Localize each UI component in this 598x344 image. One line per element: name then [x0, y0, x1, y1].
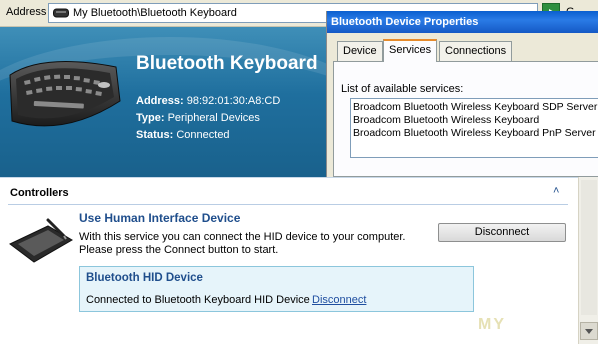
divider	[8, 204, 568, 205]
list-item[interactable]: Broadcom Bluetooth Wireless Keyboard	[351, 114, 598, 127]
address-key: Address:	[136, 95, 184, 107]
type-key: Type:	[136, 112, 165, 124]
status-key: Status:	[136, 129, 174, 141]
address-value: 98:92:01:30:A8:CD	[186, 95, 281, 107]
tab-connections[interactable]: Connections	[439, 41, 513, 61]
hid-device-title: Bluetooth HID Device	[86, 272, 203, 284]
status-value: Connected	[176, 129, 230, 141]
watermark: MY	[478, 316, 506, 333]
device-header: Bluetooth Keyboard Address: 98:92:01:30:…	[0, 27, 330, 177]
keyboard-icon	[9, 61, 121, 127]
scroll-down-button[interactable]	[580, 322, 598, 340]
dialog-title: Bluetooth Device Properties	[331, 16, 479, 28]
drawing-tablet-icon	[9, 218, 73, 263]
services-list-label: List of available services:	[341, 83, 464, 95]
disconnect-link[interactable]: Disconnect	[312, 294, 366, 306]
bluetooth-device-icon	[53, 8, 69, 18]
services-list[interactable]: Broadcom Bluetooth Wireless Keyboard SDP…	[350, 98, 598, 158]
scrollbar-thumb[interactable]	[581, 180, 597, 315]
tab-device[interactable]: Device	[337, 41, 383, 61]
collapse-icon[interactable]: ˄	[553, 185, 559, 197]
status-row: Status: Connected	[136, 129, 230, 141]
hid-device-status: Connected to Bluetooth Keyboard HID Devi…	[86, 294, 310, 306]
type-row: Type: Peripheral Devices	[136, 112, 260, 124]
disconnect-button[interactable]: Disconnect	[438, 223, 566, 242]
type-value: Peripheral Devices	[167, 112, 260, 124]
device-name: Bluetooth Keyboard	[136, 53, 318, 74]
device-properties-dialog: Bluetooth Device Properties Device Servi…	[326, 11, 598, 177]
tab-services[interactable]: Services	[383, 39, 438, 62]
address-row: Address: 98:92:01:30:A8:CD	[136, 95, 280, 107]
dialog-titlebar[interactable]: Bluetooth Device Properties	[327, 11, 598, 33]
list-item[interactable]: Broadcom Bluetooth Wireless Keyboard SDP…	[351, 101, 598, 114]
service-description: With this service you can connect the HI…	[79, 231, 406, 256]
list-item[interactable]: Broadcom Bluetooth Wireless Keyboard PnP…	[351, 127, 598, 140]
hid-device-box: Bluetooth HID Device Connected to Blueto…	[79, 266, 474, 312]
service-title: Use Human Interface Device	[79, 211, 241, 225]
vertical-scrollbar[interactable]	[578, 177, 598, 344]
address-label: Address	[6, 6, 47, 18]
address-path: My Bluetooth\Bluetooth Keyboard	[73, 7, 237, 19]
controllers-title: Controllers	[10, 187, 69, 199]
